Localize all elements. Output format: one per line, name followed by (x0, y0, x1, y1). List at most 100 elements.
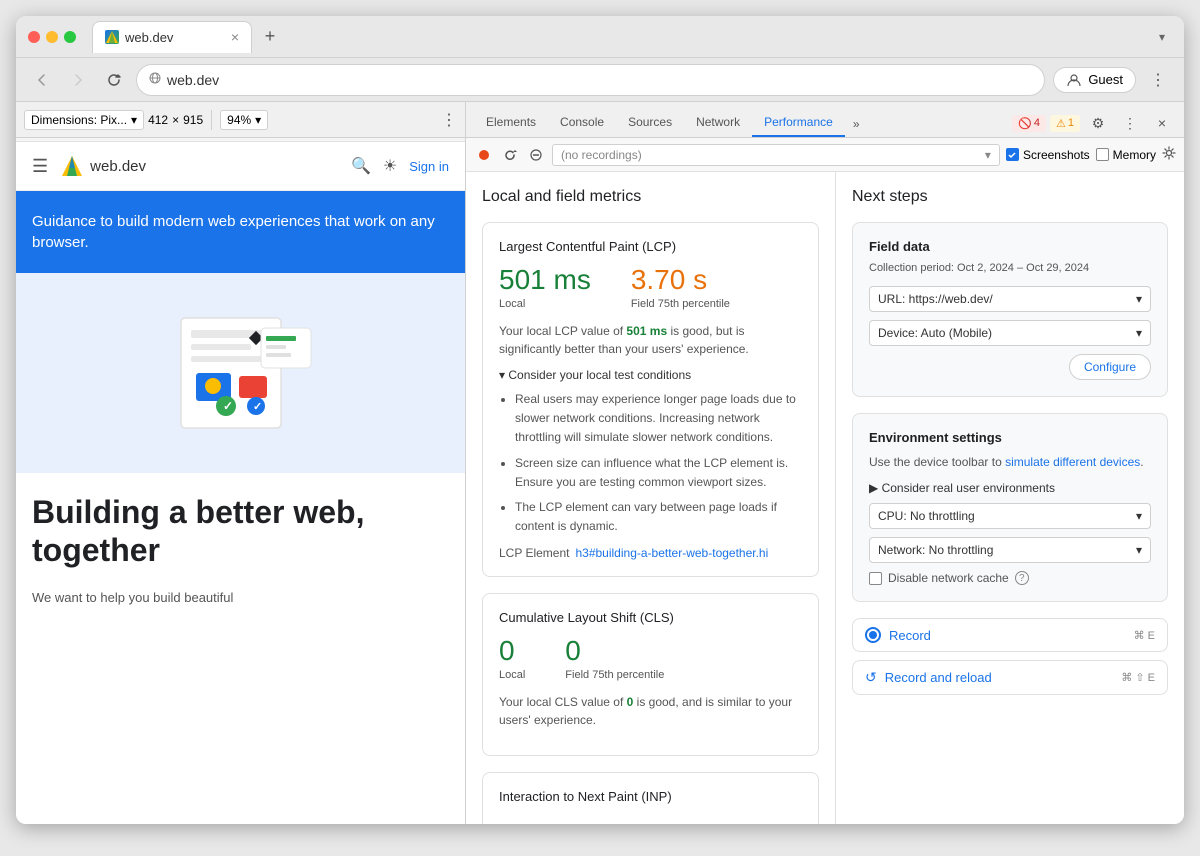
title-bar: web.dev × + ▾ (16, 16, 1184, 58)
nav-controls: ▾ (1152, 27, 1172, 47)
lcp-local-label: Local (499, 298, 591, 310)
devtools-tabs: Elements Console Sources Network Perform… (466, 102, 1184, 138)
close-button[interactable] (28, 31, 40, 43)
lcp-element-label: LCP Element (499, 546, 569, 560)
url-dropdown-arrow: ▾ (1136, 292, 1142, 306)
record-reload-label: Record and reload (885, 670, 992, 685)
device-dropdown-label: Device: Auto (Mobile) (878, 326, 992, 340)
env-settings-title: Environment settings (869, 430, 1151, 445)
minimize-button[interactable] (46, 31, 58, 43)
more-icon[interactable]: ⋮ (441, 110, 457, 130)
record-reload-button[interactable]: ↺ Record and reload ⌘ ⇧ E (852, 660, 1168, 695)
devtools-more-icon[interactable]: ⋮ (1116, 109, 1144, 137)
guest-button[interactable]: Guest (1053, 67, 1136, 93)
lcp-desc: Your local LCP value of 501 ms is good, … (499, 322, 802, 358)
lcp-title: Largest Contentful Paint (LCP) (499, 239, 802, 254)
dimensions-selector[interactable]: Dimensions: Pix... ▾ (24, 110, 144, 130)
devtools-panel: Elements Console Sources Network Perform… (466, 102, 1184, 824)
warning-count: 1 (1068, 117, 1074, 129)
cls-local-value: 0 (499, 635, 525, 667)
error-badge: 🚫 4 (1012, 115, 1046, 132)
maximize-button[interactable] (64, 31, 76, 43)
record-button[interactable]: Record ⌘ E (852, 618, 1168, 652)
tab-console[interactable]: Console (548, 109, 616, 137)
address-bar: web.dev Guest ⋮ (16, 58, 1184, 102)
cache-checkbox[interactable] (869, 572, 882, 585)
memory-checkbox[interactable] (1096, 148, 1109, 161)
recordings-dropdown[interactable]: (no recordings) ▾ (552, 144, 1000, 166)
screenshots-checkbox[interactable] (1006, 148, 1019, 161)
cls-local-group: 0 Local (499, 635, 525, 681)
inp-title: Interaction to Next Paint (INP) (499, 789, 802, 804)
tab-close-icon[interactable]: × (231, 29, 239, 45)
memory-checkbox-group[interactable]: Memory (1096, 148, 1156, 162)
forward-button[interactable] (64, 66, 92, 94)
metrics-panel: Local and field metrics Largest Contentf… (466, 172, 836, 824)
url-bar[interactable]: web.dev (136, 64, 1045, 96)
browser-menu-button[interactable]: ⋮ (1144, 66, 1172, 94)
recordings-placeholder: (no recordings) (561, 148, 642, 162)
cross-symbol: × (172, 113, 179, 127)
configure-button[interactable]: Configure (1069, 354, 1151, 380)
hero-banner-text: Guidance to build modern web experiences… (32, 213, 435, 251)
more-tabs-button[interactable]: » (845, 111, 868, 137)
lcp-bullet-1: Real users may experience longer page lo… (515, 390, 802, 448)
tab-favicon (105, 30, 119, 44)
lcp-local-group: 501 ms Local (499, 264, 591, 310)
devtools-content: Local and field metrics Largest Contentf… (466, 172, 1184, 824)
lcp-collapsible[interactable]: ▾ Consider your local test conditions (499, 368, 802, 382)
reload-button[interactable] (100, 66, 128, 94)
hero-illustration: ✓ ✓ (141, 298, 341, 448)
illustration-area: ✓ ✓ (16, 273, 465, 473)
devtools-settings-icon[interactable]: ⚙ (1084, 109, 1112, 137)
search-icon[interactable]: 🔍 (351, 156, 371, 176)
network-label: Network: No throttling (878, 543, 993, 557)
theme-toggle-icon[interactable]: ☀ (383, 156, 397, 176)
zoom-selector[interactable]: 94% ▾ (220, 110, 268, 130)
tab-list-button[interactable]: ▾ (1152, 27, 1172, 47)
reload-record-icon[interactable] (500, 145, 520, 165)
lcp-values: 501 ms Local 3.70 s Field 75th percentil… (499, 264, 802, 310)
tab-title: web.dev (125, 30, 173, 45)
cpu-dropdown[interactable]: CPU: No throttling ▾ (869, 503, 1151, 529)
devtools-close-icon[interactable]: × (1148, 109, 1176, 137)
network-dropdown[interactable]: Network: No throttling ▾ (869, 537, 1151, 563)
environment-settings-card: Environment settings Use the device tool… (852, 413, 1168, 602)
device-dropdown[interactable]: Device: Auto (Mobile) ▾ (869, 320, 1151, 346)
back-button[interactable] (28, 66, 56, 94)
recording-settings-icon[interactable] (1162, 146, 1176, 163)
tab-sources[interactable]: Sources (616, 109, 684, 137)
browser-tab[interactable]: web.dev × (92, 21, 252, 53)
lcp-element-link[interactable]: h3#building-a-better-web-together.hi (575, 546, 768, 560)
new-tab-button[interactable]: + (256, 23, 284, 51)
reload-icon: ↺ (865, 669, 877, 686)
cls-desc: Your local CLS value of 0 is good, and i… (499, 693, 802, 729)
url-dropdown[interactable]: URL: https://web.dev/ ▾ (869, 286, 1151, 312)
simulate-devices-link[interactable]: simulate different devices (1005, 455, 1140, 469)
tab-network[interactable]: Network (684, 109, 752, 137)
env-collapsible[interactable]: ▶ Consider real user environments (869, 481, 1151, 495)
svg-text:✓: ✓ (253, 401, 262, 413)
url-text: web.dev (167, 72, 219, 88)
field-data-subtitle: Collection period: Oct 2, 2024 – Oct 29,… (869, 262, 1151, 274)
screenshots-checkbox-group[interactable]: Screenshots (1006, 148, 1090, 162)
record-start-icon[interactable] (474, 145, 494, 165)
cls-field-label: Field 75th percentile (565, 669, 664, 681)
sign-in-button[interactable]: Sign in (409, 159, 449, 174)
field-data-title: Field data (869, 239, 1151, 254)
clear-icon[interactable] (526, 145, 546, 165)
nextsteps-title: Next steps (852, 188, 1168, 206)
tab-elements[interactable]: Elements (474, 109, 548, 137)
toolbar-icons: ⋮ (441, 110, 457, 130)
inp-card: Interaction to Next Paint (INP) (482, 772, 819, 824)
record-button-icon (865, 627, 881, 643)
cls-field-group: 0 Field 75th percentile (565, 635, 664, 681)
cache-help-icon[interactable]: ? (1015, 571, 1029, 585)
viewport-toolbar: Dimensions: Pix... ▾ 412 × 915 94% ▾ ⋮ (16, 102, 465, 138)
hero-banner: Guidance to build modern web experiences… (16, 191, 465, 273)
site-logo: web.dev (60, 154, 146, 178)
hamburger-icon[interactable]: ☰ (32, 156, 48, 177)
tab-performance[interactable]: Performance (752, 109, 845, 137)
cache-label: Disable network cache (888, 571, 1009, 585)
record-circle-icon (869, 631, 877, 639)
